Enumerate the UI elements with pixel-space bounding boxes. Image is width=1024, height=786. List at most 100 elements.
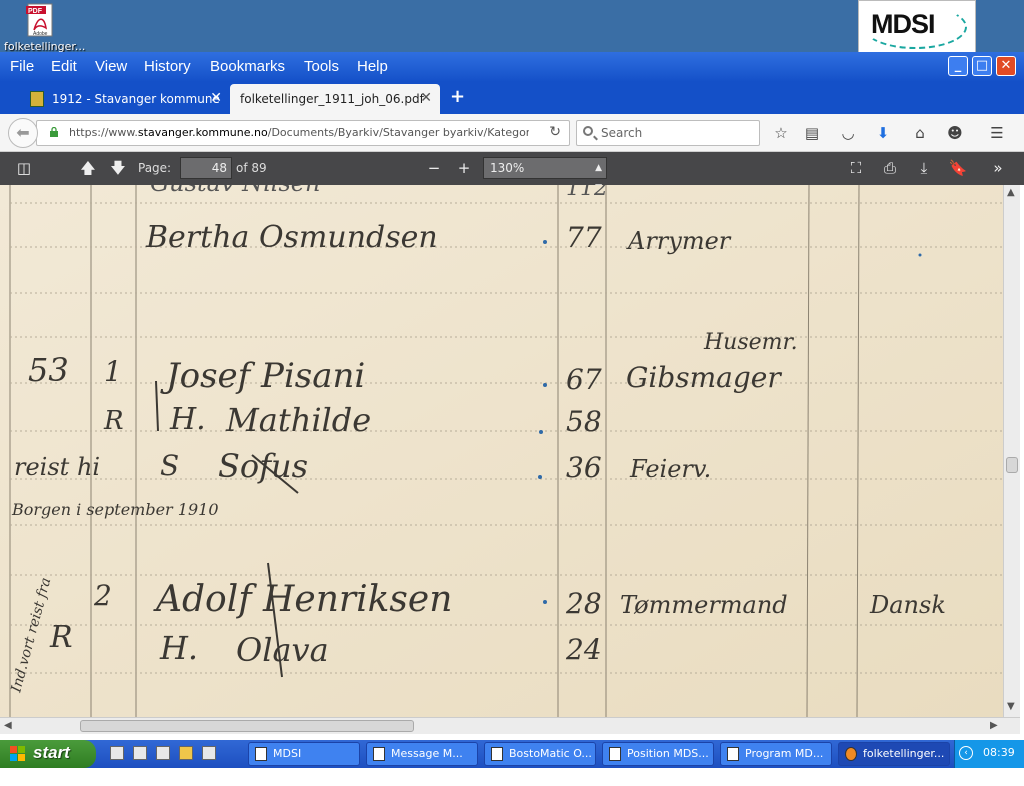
- app-window-icon: [491, 747, 503, 761]
- search-icon: [583, 126, 593, 136]
- close-icon: ✕: [1000, 58, 1012, 73]
- tab-close-icon[interactable]: ✕: [420, 90, 432, 106]
- print-icon[interactable]: ⎙: [880, 160, 900, 176]
- search-bar[interactable]: Search: [576, 120, 760, 146]
- menu-file[interactable]: File: [10, 58, 34, 75]
- page-number-input[interactable]: [180, 157, 232, 179]
- start-button[interactable]: start: [0, 740, 96, 768]
- tools-expand-icon[interactable]: »: [988, 160, 1008, 176]
- page-label: Page:: [138, 161, 172, 175]
- url-bar[interactable]: https://www.stavanger.kommune.no/Documen…: [36, 120, 570, 146]
- quicklaunch-folder-icon[interactable]: [179, 746, 193, 760]
- menu-file-label: File: [10, 58, 35, 75]
- new-tab-plus-icon[interactable]: +: [450, 86, 465, 107]
- clock: 08:39: [983, 746, 1015, 759]
- sidebar-toggle-icon[interactable]: ◫: [14, 160, 34, 176]
- smiley-feedback-icon[interactable]: ☻: [945, 123, 965, 143]
- next-page-icon[interactable]: 🡇: [108, 160, 128, 176]
- menu-view-label: View: [95, 58, 128, 75]
- menu-help[interactable]: Help: [357, 58, 388, 75]
- zoom-out-icon[interactable]: −: [424, 160, 444, 176]
- tab-label: folketellinger_1911_joh_06.pdf: [240, 92, 424, 106]
- previous-page-icon[interactable]: 🡅: [78, 160, 98, 176]
- taskbar-button-label: Position MDS...: [627, 747, 709, 760]
- app-window-icon: [373, 747, 385, 761]
- pdf-document-view[interactable]: Gustav Nilsen 112 Bertha Osmundsen 77 Ar…: [0, 185, 1003, 717]
- pocket-icon[interactable]: ◡: [838, 123, 858, 143]
- quicklaunch-calc-icon[interactable]: [202, 746, 216, 760]
- taskbar-button-label: Message M...: [391, 747, 463, 760]
- scroll-up-icon[interactable]: ▲: [1007, 187, 1015, 198]
- taskbar-button-program[interactable]: Program MD...: [720, 742, 832, 766]
- bookmark-star-icon[interactable]: ☆: [771, 123, 791, 143]
- search-placeholder: Search: [601, 126, 643, 140]
- hw-side-note-2: Borgen i september 1910: [11, 500, 219, 519]
- taskbar-button-label: MDSI: [273, 747, 302, 760]
- app-window-icon: [609, 747, 621, 761]
- reload-icon[interactable]: ↻: [549, 124, 561, 140]
- lock-icon: [50, 127, 58, 137]
- hw-age-6: 24: [565, 633, 602, 666]
- start-label: start: [33, 743, 70, 762]
- vertical-scroll-thumb[interactable]: [1006, 457, 1018, 473]
- mdsi-logo: MDSI: [858, 0, 976, 58]
- back-button[interactable]: ⬅: [8, 118, 38, 148]
- scroll-left-icon[interactable]: ◀: [4, 720, 12, 731]
- vertical-scrollbar[interactable]: ▲ ▼: [1003, 185, 1020, 717]
- menu-edit-label: Edit: [51, 58, 77, 75]
- save-download-icon[interactable]: ⤓: [914, 160, 934, 176]
- navigation-bar: https://www.stavanger.kommune.no/Documen…: [0, 114, 1024, 152]
- taskbar-button-label: folketellinger...: [863, 747, 945, 760]
- window-maximize-button[interactable]: □: [972, 56, 992, 76]
- presentation-mode-icon[interactable]: ⛶: [846, 160, 866, 176]
- paper-background: [0, 185, 1003, 717]
- taskbar-button-position[interactable]: Position MDS...: [602, 742, 714, 766]
- coat-of-arms-favicon-icon: [30, 91, 44, 107]
- hw-age-5: 28: [565, 587, 602, 620]
- tab-stavanger-kommune[interactable]: 1912 - Stavanger kommune ✕: [24, 84, 230, 114]
- zoom-in-icon[interactable]: +: [454, 160, 474, 176]
- menu-bookmarks[interactable]: Bookmarks: [210, 58, 285, 75]
- screen-bottom-margin: [0, 768, 1024, 786]
- pdf-file-icon: PDF Adobe: [26, 3, 53, 37]
- bookmark-view-icon[interactable]: 🔖: [948, 160, 968, 176]
- menu-tools[interactable]: Tools: [304, 58, 339, 75]
- taskbar-button-bostomatic[interactable]: BostoMatic O...: [484, 742, 596, 766]
- hamburger-menu-icon[interactable]: ☰: [987, 123, 1007, 143]
- pdf-sublabel: Adobe: [33, 31, 48, 37]
- taskbar-button-mdsi[interactable]: MDSI: [248, 742, 360, 766]
- home-icon[interactable]: ⌂: [910, 123, 930, 143]
- system-tray: ‹ 08:39: [954, 740, 1024, 768]
- quicklaunch-doc-icon[interactable]: [110, 746, 124, 760]
- back-arrow-icon: ⬅: [16, 123, 30, 142]
- menu-view[interactable]: View: [95, 58, 127, 75]
- taskbar-button-firefox-pdf[interactable]: folketellinger...: [838, 742, 950, 766]
- census-page-scan: Gustav Nilsen 112 Bertha Osmundsen 77 Ar…: [0, 185, 1003, 717]
- hw-name-3: Mathilde: [225, 401, 371, 439]
- quicklaunch-grid-icon[interactable]: [133, 746, 147, 760]
- window-minimize-button[interactable]: _: [948, 56, 968, 76]
- url-domain: stavanger.kommune.no: [137, 126, 268, 139]
- scroll-right-icon[interactable]: ▶: [990, 720, 998, 731]
- hw-top-age: 112: [566, 185, 608, 201]
- horizontal-scroll-thumb[interactable]: [80, 720, 414, 732]
- maximize-icon: □: [975, 58, 989, 73]
- reading-list-icon[interactable]: ▤: [802, 123, 822, 143]
- tab-pdf-active[interactable]: folketellinger_1911_joh_06.pdf ✕: [230, 84, 440, 114]
- hw-age-4: 36: [566, 451, 602, 484]
- horizontal-scrollbar[interactable]: ◀ ▶: [0, 717, 1020, 734]
- menu-edit[interactable]: Edit: [51, 58, 77, 75]
- zoom-select[interactable]: 130% ▲▼: [483, 157, 607, 193]
- menu-history[interactable]: History: [144, 58, 191, 75]
- tab-label: 1912 - Stavanger kommune: [52, 92, 220, 106]
- download-icon[interactable]: ⬇: [873, 123, 893, 143]
- menu-bar: File Edit View History Bookmarks Tools H…: [0, 52, 1024, 82]
- window-close-button[interactable]: ✕: [996, 56, 1016, 76]
- taskbar-button-message[interactable]: Message M...: [366, 742, 478, 766]
- quicklaunch-network-icon[interactable]: [156, 746, 170, 760]
- tray-expand-icon[interactable]: ‹: [959, 746, 973, 760]
- hw-name-2: Josef Pisani: [160, 356, 365, 396]
- scroll-down-icon[interactable]: ▼: [1007, 701, 1015, 712]
- hw-occupation-1: Arrymer: [626, 227, 732, 255]
- tab-close-icon[interactable]: ✕: [210, 90, 222, 106]
